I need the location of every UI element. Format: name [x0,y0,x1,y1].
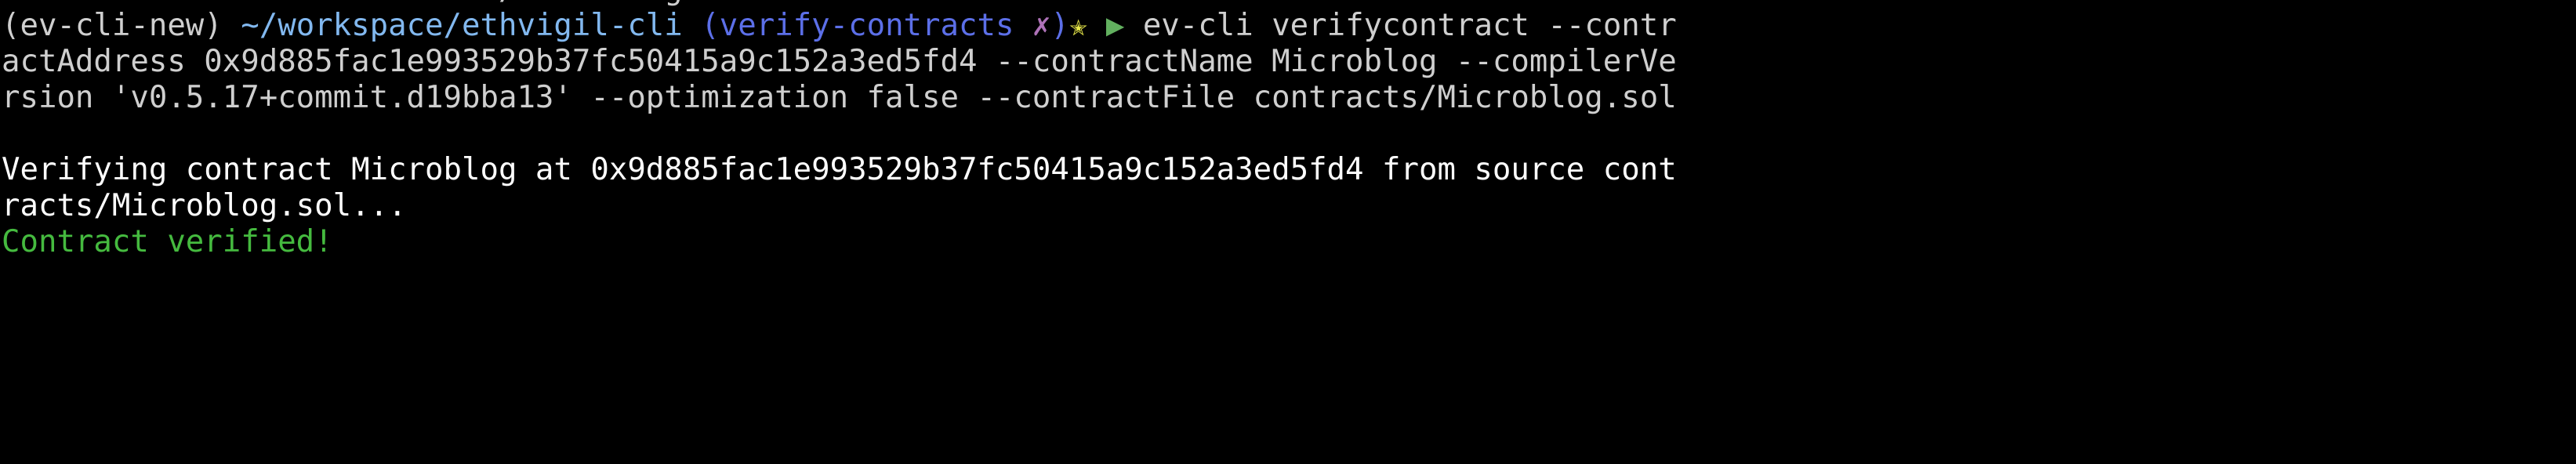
output-success-line: Contract verified! [2,224,333,259]
prompt-space-5 [1124,8,1142,43]
command-segment-3: rsion 'v0.5.17+commit.d19bba13' --optimi… [2,80,1677,115]
star-icon: ✭ [1068,8,1088,43]
play-arrow-icon: ▶ [1105,8,1125,43]
prompt-space-2 [683,8,701,43]
command-segment-1: ev-cli verifycontract --contr [1142,8,1677,43]
output-verifying-line-1: Verifying contract Microblog at 0x9d885f… [2,152,1677,187]
terminal-window[interactable]: --contractFile contracts/Microblog.sol (… [0,0,2576,464]
prompt-space-1 [223,8,241,43]
output-verifying-line-2: racts/Microblog.sol... [2,188,407,223]
current-path: ~/workspace/ethvigil-cli [241,8,683,43]
prompt-space-4 [1087,8,1105,43]
command-segment-2: actAddress 0x9d885fac1e993529b37fc50415a… [2,44,1677,79]
clipped-previous-line-text: --contractFile contracts/Microblog.sol [0,0,756,8]
git-branch-close: ) [1050,8,1069,43]
prompt-space-3 [1014,8,1032,43]
prompt-line: (ev-cli-new) ~/workspace/ethvigil-cli (v… [0,8,2576,44]
git-dirty-cross-icon: ✗ [1032,8,1051,43]
venv-indicator: (ev-cli-new) [2,8,223,43]
git-branch-open: (verify-contracts [701,8,1014,43]
clipped-previous-line: --contractFile contracts/Microblog.sol [0,0,2576,8]
